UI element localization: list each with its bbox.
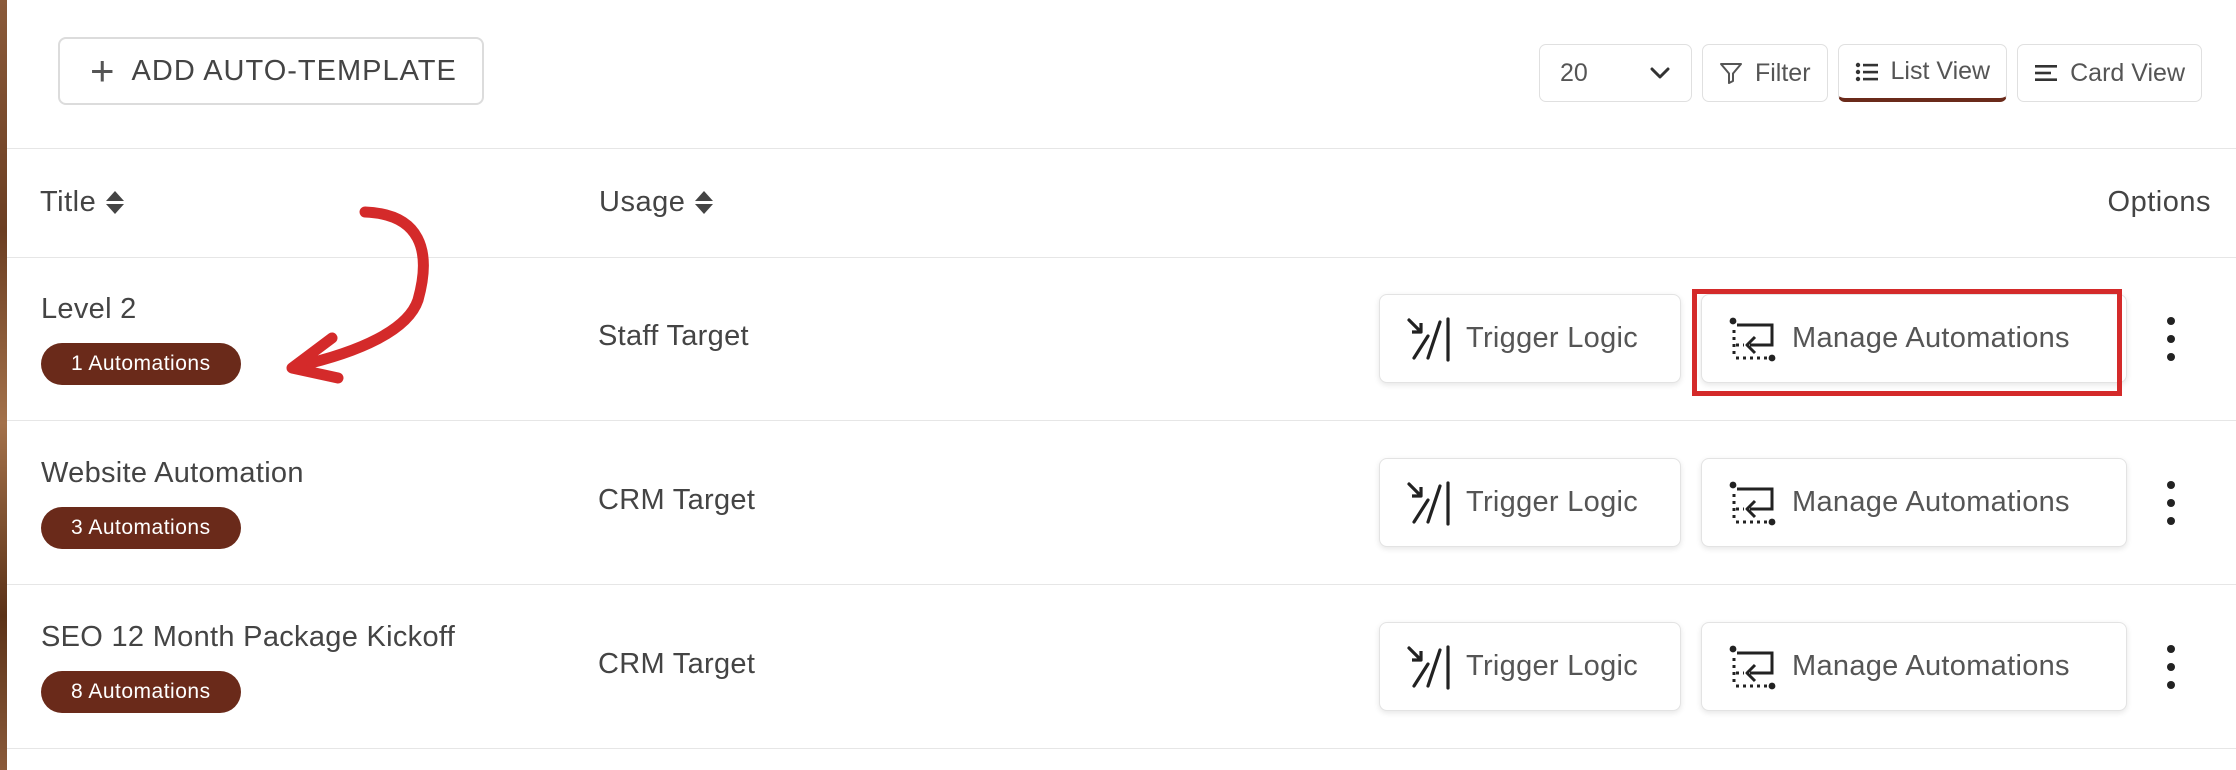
column-title-label: Title [40,186,97,218]
plus-icon: + [90,47,116,94]
row-usage: Staff Target [598,320,749,352]
card-view-button[interactable]: Card View [2017,44,2202,102]
page-size-select[interactable]: 20 [1538,44,1692,102]
automation-icon [1729,481,1776,525]
card-icon [2035,65,2058,81]
manage-automations-label: Manage Automations [1792,322,2070,354]
page-size-value: 20 [1559,58,1588,87]
automations-badge[interactable]: 1 Automations [41,343,241,385]
trigger-icon [1407,480,1450,526]
trigger-logic-button[interactable]: Trigger Logic [1379,622,1681,711]
automation-icon [1729,317,1776,361]
add-auto-template-button[interactable]: + ADD AUTO-TEMPLATE [58,37,484,105]
chevron-down-icon [1650,67,1670,79]
column-usage-header[interactable]: Usage [599,186,714,219]
row-usage: CRM Target [598,648,756,680]
automations-badge[interactable]: 3 Automations [41,507,241,549]
view-controls: 20 Filter List View Card View [1538,44,2202,102]
sort-icon [695,191,714,214]
table-row: Level 2 1 Automations Staff Target Trigg… [7,257,2236,421]
list-view-button[interactable]: List View [1837,44,2008,102]
trigger-logic-label: Trigger Logic [1466,322,1639,354]
kebab-icon[interactable] [2156,641,2186,693]
kebab-icon[interactable] [2156,477,2186,529]
toolbar: + ADD AUTO-TEMPLATE 20 Filter List View [7,0,2236,149]
column-title-header[interactable]: Title [40,186,125,219]
trigger-logic-button[interactable]: Trigger Logic [1379,294,1681,383]
row-title: Level 2 [41,293,137,325]
trigger-icon [1407,644,1450,690]
row-title: Website Automation [41,457,304,489]
automation-icon [1729,645,1776,689]
kebab-icon[interactable] [2156,313,2186,365]
filter-button[interactable]: Filter [1701,44,1828,102]
table-row: Website Automation 3 Automations CRM Tar… [7,421,2236,585]
table-header: Title Usage Options [7,148,2236,258]
table-row: SEO 12 Month Package Kickoff 8 Automatio… [7,585,2236,749]
trigger-icon [1407,316,1450,362]
trigger-logic-button[interactable]: Trigger Logic [1379,458,1681,547]
row-usage: CRM Target [598,484,756,516]
manage-automations-button[interactable]: Manage Automations [1701,622,2127,711]
trigger-logic-label: Trigger Logic [1466,650,1639,682]
trigger-logic-label: Trigger Logic [1466,486,1639,518]
filter-icon [1719,63,1742,84]
background-edge [0,0,7,770]
filter-label: Filter [1754,58,1811,87]
add-auto-template-label: ADD AUTO-TEMPLATE [131,54,457,87]
column-options-label: Options [2107,186,2211,218]
manage-automations-button[interactable]: Manage Automations [1701,458,2127,547]
column-usage-label: Usage [599,186,686,218]
manage-automations-button[interactable]: Manage Automations [1701,294,2127,383]
list-view-label: List View [1890,57,1991,85]
card-view-label: Card View [2070,58,2185,87]
manage-automations-label: Manage Automations [1792,650,2070,682]
sort-icon [106,191,125,214]
automations-badge[interactable]: 8 Automations [41,671,241,713]
manage-automations-label: Manage Automations [1792,486,2070,518]
list-icon [1855,62,1878,81]
column-options-header: Options [2108,186,2211,219]
row-title: SEO 12 Month Package Kickoff [41,621,456,653]
